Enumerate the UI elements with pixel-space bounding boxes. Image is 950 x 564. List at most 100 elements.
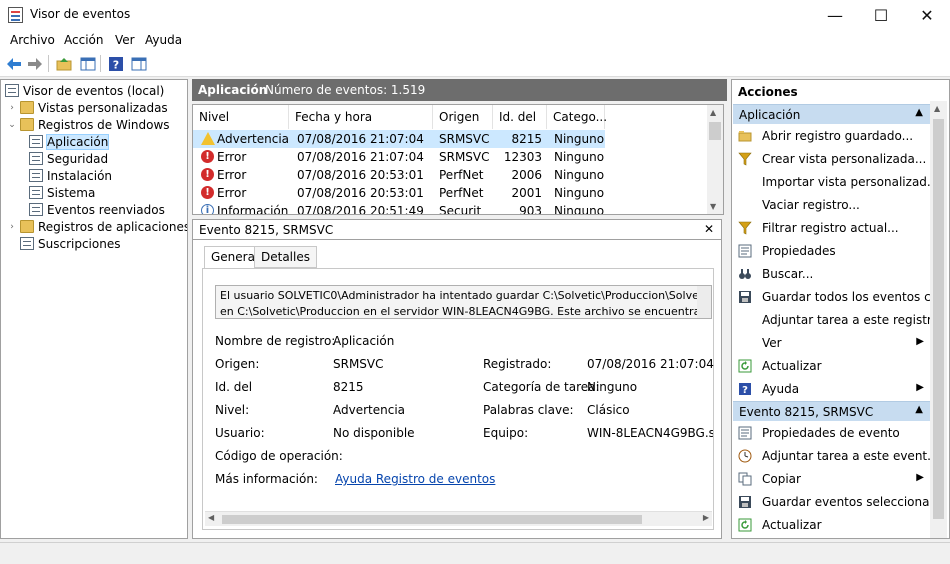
cell-source: PerfNet [439, 186, 484, 200]
tree-item-6[interactable]: Eventos reenviados [29, 201, 165, 218]
table-row[interactable]: ! Error 07/08/2016 20:53:01 PerfNet 2001 Ning… [193, 184, 605, 202]
maximize-button[interactable]: ☐ [858, 0, 904, 30]
actions-section-header[interactable]: Evento 8215, SRMSVC ▲ [733, 401, 931, 421]
opcode-label: Código de operación: [215, 449, 343, 463]
show-hide-tree-icon[interactable] [79, 55, 97, 72]
action-item[interactable]: Vaciar registro... [734, 195, 930, 215]
event-log-help-link[interactable]: Ayuda Registro de eventos [335, 472, 495, 486]
action-item[interactable]: Adjuntar tarea a este registr... [734, 310, 942, 330]
events-scrollbar[interactable]: ▲ ▼ [707, 105, 723, 214]
table-row[interactable]: ! Error 07/08/2016 21:07:04 SRMSVC 12303 Ning… [193, 148, 605, 166]
keywords-label: Palabras clave: [483, 403, 574, 417]
action-label: Guardar todos los eventos c... [762, 290, 943, 304]
tree-item-8[interactable]: Suscripciones [7, 235, 120, 252]
event-viewer-icon [5, 84, 19, 97]
show-hide-action-pane-icon[interactable] [130, 55, 148, 72]
task-category-label: Categoría de tarea: [483, 380, 600, 394]
menu-accion[interactable]: Acción [64, 33, 103, 47]
action-item[interactable]: Actualizar [734, 515, 930, 535]
filter-icon [738, 152, 752, 166]
submenu-arrow-icon: ▶ [916, 336, 924, 347]
action-item[interactable]: Propiedades [734, 241, 930, 261]
window-title: Visor de eventos [30, 7, 131, 21]
expander-icon[interactable]: ⌄ [7, 120, 17, 130]
cell-id: 903 [519, 204, 542, 215]
submenu-arrow-icon: ▶ [916, 472, 924, 483]
col-header-categoria[interactable]: Catego... [547, 105, 607, 129]
actions-section-header[interactable]: Aplicación ▲ [733, 104, 931, 124]
table-row[interactable]: i Información 07/08/2016 20:51:49 Securit 90… [193, 202, 605, 215]
action-item[interactable]: Crear vista personalizada... [734, 149, 930, 169]
back-arrow-icon[interactable] [5, 55, 23, 72]
tree-item-label: Registros de aplicaciones y s [38, 219, 188, 234]
menu-ayuda[interactable]: Ayuda [145, 33, 182, 47]
logged-label: Registrado: [483, 357, 552, 371]
actions-scrollbar[interactable]: ▲ [930, 101, 947, 538]
col-header-nivel[interactable]: Nivel [193, 105, 289, 129]
tree-item-label: Aplicación [45, 133, 110, 150]
action-label: Ayuda [762, 382, 800, 396]
tree-item-0[interactable]: › Vistas personalizadas [7, 99, 168, 116]
tree-item-3[interactable]: Seguridad [29, 150, 108, 167]
detail-horizontal-scrollbar[interactable]: ◀ ▶ [205, 511, 712, 526]
tab-detalles[interactable]: Detalles [254, 246, 317, 268]
table-row[interactable]: Advertencia 07/08/2016 21:07:04 SRMSVC 8215… [193, 130, 605, 148]
refresh-icon [738, 359, 752, 373]
minimize-button[interactable]: — [812, 0, 858, 30]
action-item[interactable]: ? Ayuda ▶ [734, 379, 930, 399]
action-item[interactable]: Ver ▶ [734, 333, 930, 353]
cell-level: Advertencia [217, 132, 290, 146]
tree-item-5[interactable]: Sistema [29, 184, 95, 201]
tree-item-label: Seguridad [47, 151, 109, 166]
cell-category: Ninguno [554, 150, 605, 164]
action-item[interactable]: Filtrar registro actual... [734, 218, 930, 238]
action-label: Buscar... [762, 267, 814, 281]
refresh-icon [738, 518, 752, 532]
svg-text:?: ? [742, 385, 748, 396]
cell-level: Información [217, 204, 289, 215]
event-message[interactable]: El usuario SOLVETIC0\Administrador ha in… [215, 285, 712, 319]
action-item[interactable]: Guardar eventos selecciona... [734, 492, 941, 512]
expander-icon[interactable]: › [7, 103, 17, 113]
cell-date: 07/08/2016 20:53:01 [297, 186, 424, 200]
col-header-id[interactable]: Id. del ... [493, 105, 547, 148]
status-bar [0, 542, 950, 564]
forward-arrow-icon[interactable] [26, 55, 44, 72]
tree-item-1[interactable]: ⌄ Registros de Windows [7, 116, 169, 133]
menu-ver[interactable]: Ver [115, 33, 135, 47]
action-item[interactable]: Guardar todos los eventos c... [734, 287, 942, 307]
log-icon [29, 152, 43, 165]
action-item[interactable]: Copiar ▶ [734, 469, 930, 489]
save-icon [738, 290, 752, 304]
close-detail-icon[interactable]: ✕ [704, 222, 714, 236]
action-item[interactable]: Actualizar [734, 356, 930, 376]
log-header: Aplicación Número de eventos: 1.519 [192, 79, 727, 101]
svg-text:?: ? [113, 58, 119, 71]
computer-label: Equipo: [483, 426, 529, 440]
actions-pane: Acciones Aplicación ▲ Abrir registro guard… [731, 79, 950, 539]
tree-item-7[interactable]: › Registros de aplicaciones y s [7, 218, 188, 235]
action-item[interactable]: Buscar... [734, 264, 930, 284]
menu-archivo[interactable]: Archivo [10, 33, 55, 47]
level-value: Advertencia [333, 403, 406, 417]
info-icon: i [201, 204, 214, 214]
close-button[interactable]: ✕ [904, 0, 950, 30]
cell-source: Securit [439, 204, 482, 215]
tree-item-2[interactable]: Aplicación [29, 133, 110, 150]
action-item[interactable]: Importar vista personalizad... [734, 172, 938, 192]
action-item[interactable]: Propiedades de evento [734, 423, 930, 443]
col-header-fecha[interactable]: Fecha y hora [289, 105, 433, 129]
collapse-arrow-icon[interactable]: ▲ [915, 107, 923, 118]
tree-item-4[interactable]: Instalación [29, 167, 112, 184]
tree-root[interactable]: Visor de eventos (local) [5, 82, 164, 99]
up-folder-icon[interactable] [55, 55, 73, 72]
event-detail-header: Evento 8215, SRMSVC ✕ [192, 219, 722, 240]
open-folder-icon [738, 129, 752, 143]
collapse-arrow-icon[interactable]: ▲ [915, 404, 923, 415]
action-item[interactable]: Adjuntar tarea a este event... [734, 446, 939, 466]
action-item[interactable]: Abrir registro guardado... [734, 126, 930, 146]
help-icon[interactable]: ? [107, 55, 125, 72]
col-header-origen[interactable]: Origen [433, 105, 493, 129]
expander-icon[interactable]: › [7, 222, 17, 232]
table-row[interactable]: ! Error 07/08/2016 20:53:01 PerfNet 2006 Ning… [193, 166, 605, 184]
